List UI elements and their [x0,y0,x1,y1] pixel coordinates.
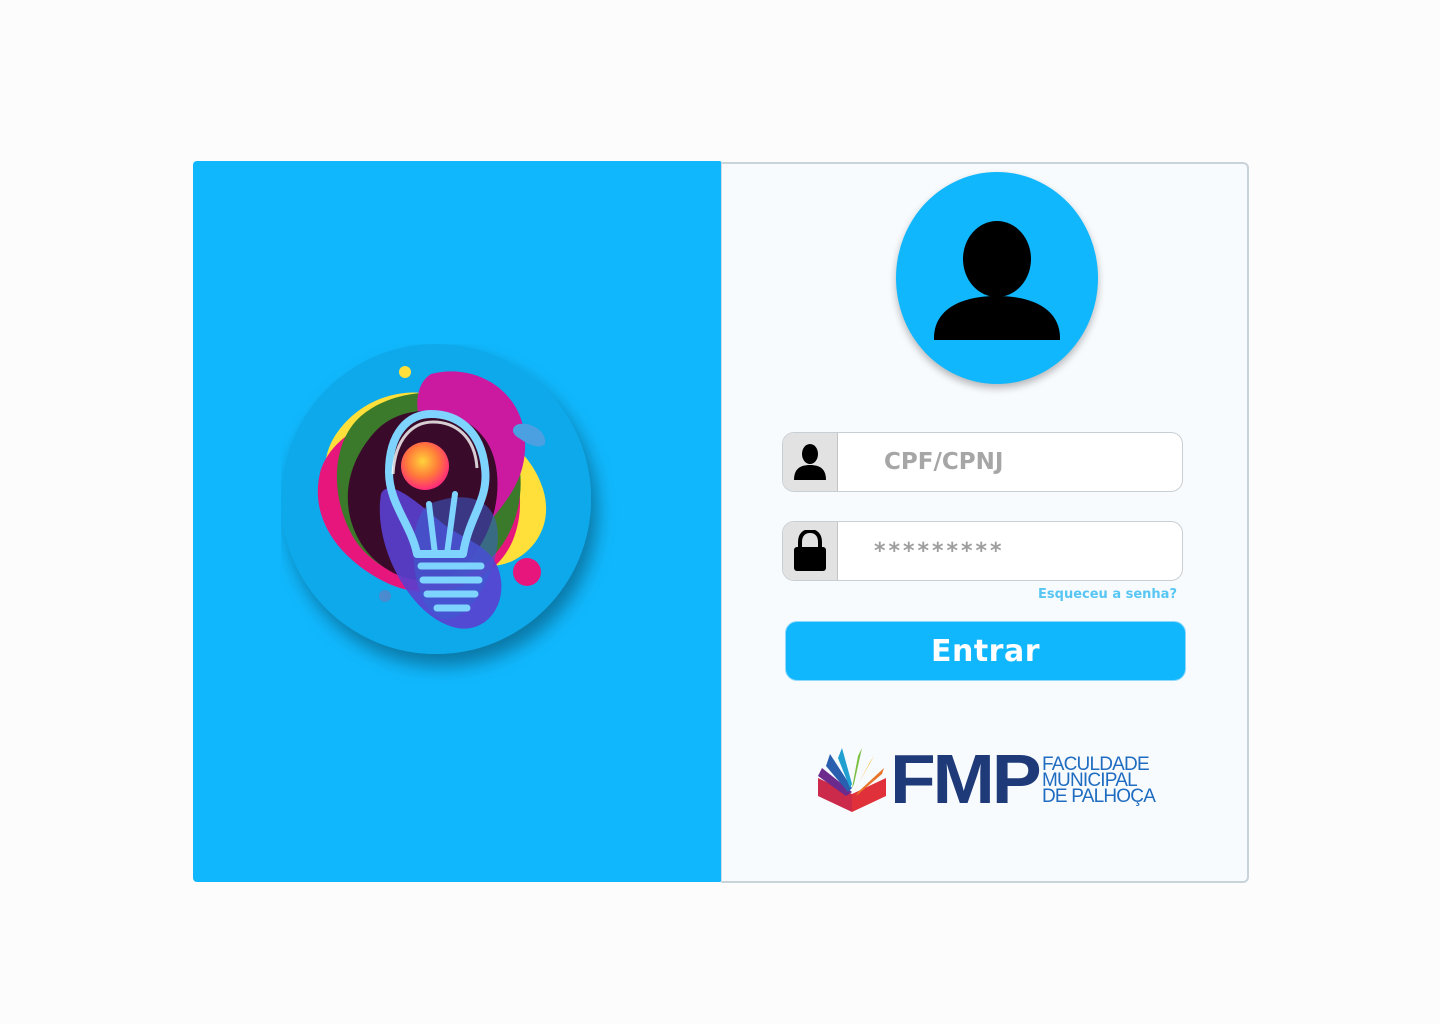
brand-name: FACULDADE MUNICIPAL DE PALHOÇA [1042,755,1162,807]
cpf-field [782,432,1183,492]
lightbulb-icon [281,344,591,654]
login-button[interactable]: Entrar [785,621,1186,681]
lightbulb-emblem [281,344,621,684]
lock-icon [783,522,838,580]
profile-avatar [896,172,1098,384]
password-input[interactable] [838,522,1182,580]
book-logo-icon [818,748,886,812]
password-field [782,521,1183,581]
cpf-input[interactable] [838,433,1182,491]
user-icon [783,433,838,491]
user-silhouette-icon [934,221,1060,340]
brand-name-line: DE PALHOÇA [1042,786,1156,807]
brand-acronym: FMP [890,740,1042,818]
illustration-panel [193,161,723,882]
fmp-logo: FMP FACULDADE MUNICIPAL DE PALHOÇA [818,744,1158,814]
forgot-password-link[interactable]: Esqueceu a senha? [1000,587,1177,602]
